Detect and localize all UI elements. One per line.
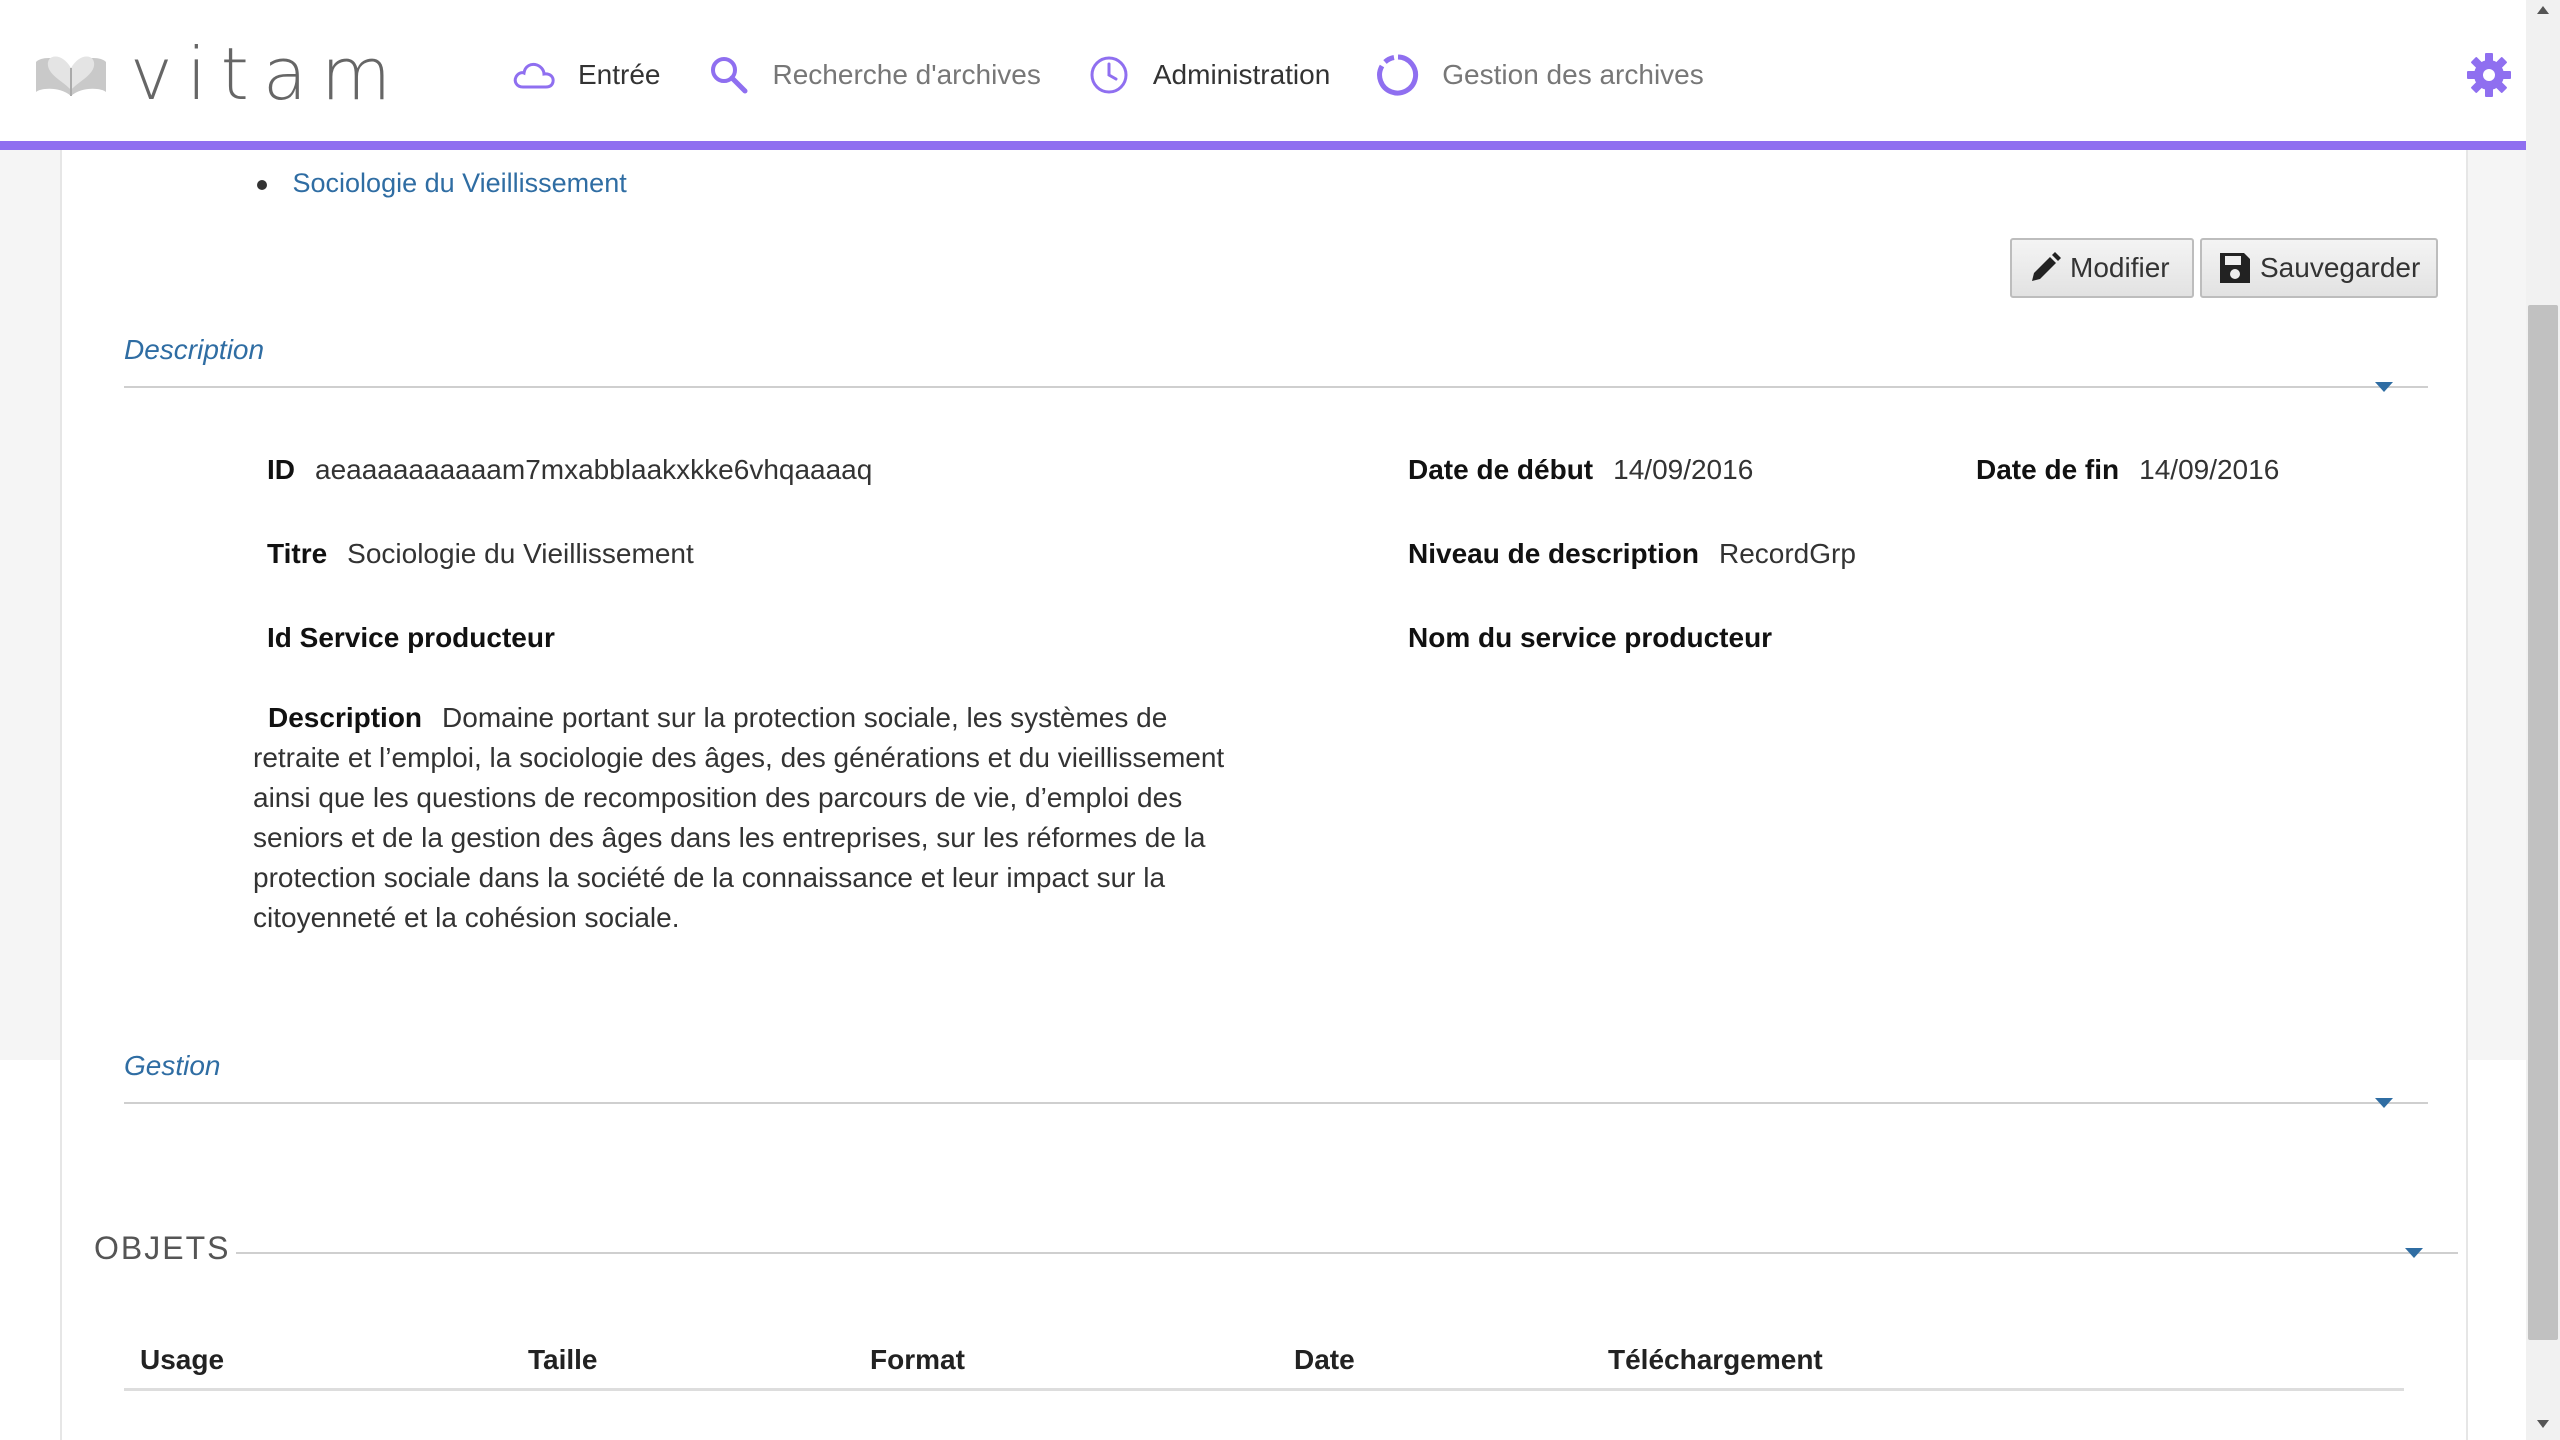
field-start-date-label: Date de début [1408,454,1594,485]
save-button[interactable]: Sauvegarder [2200,238,2438,298]
nav-recherche-label: Recherche d'archives [772,59,1041,90]
top-navigation-bar: vitam Entrée Recherche d'archives Admini… [0,0,2526,150]
field-id-value: aeaaaaaaaaaam7mxabblaakxkke6vhqaaaaq [315,454,873,485]
field-title: Titre Sociologie du Vieillissement [267,538,694,570]
column-header-format[interactable]: Format [870,1344,965,1376]
field-level-value: RecordGrp [1718,538,1856,569]
column-header-download[interactable]: Téléchargement [1608,1344,1823,1376]
description-section-title[interactable]: Description [124,334,264,366]
field-end-date-value: 14/09/2016 [2139,454,2280,485]
clock-icon [1090,56,1128,94]
modify-button[interactable]: Modifier [2010,238,2194,298]
objects-table-header: Usage Taille Format Date Téléchargement [124,1344,2404,1391]
field-start-date-value: 14/09/2016 [1613,454,1754,485]
field-start-date: Date de début 14/09/2016 [1408,454,1753,486]
field-title-value: Sociologie du Vieillissement [347,538,694,569]
bullet-icon [257,179,267,190]
field-description-value: Domaine portant sur la protection social… [253,702,1225,933]
field-producer-id: Id Service producteur [267,622,575,654]
logo-text: vitam [130,32,406,116]
main-nav: Entrée Recherche d'archives Administrati… [510,45,1748,105]
record-detail-panel: Sociologie du Vieillissement Modifier Sa… [60,150,2468,1440]
field-description-label: Description [268,702,423,733]
objects-collapse-caret-icon[interactable] [2405,1248,2423,1258]
nav-administration[interactable]: Administration [1085,51,1330,99]
management-collapse-caret-icon[interactable] [2375,1098,2393,1108]
field-producer-name: Nom du service producteur [1408,622,1792,654]
nav-entree-label: Entrée [578,59,661,90]
description-collapse-caret-icon[interactable] [2375,382,2393,392]
field-id: ID aeaaaaaaaaaam7mxabblaakxkke6vhqaaaaq [267,454,872,486]
nav-gestion[interactable]: Gestion des archives [1374,51,1704,99]
column-header-date[interactable]: Date [1294,1344,1355,1376]
field-title-label: Titre [267,538,328,569]
pencil-icon [2032,252,2061,281]
field-level-label: Niveau de description [1408,538,1699,569]
field-level: Niveau de description RecordGrp [1408,538,1856,570]
field-end-date-label: Date de fin [1976,454,2120,485]
field-id-label: ID [267,454,295,485]
search-icon [710,57,747,94]
circle-progress-icon [1377,54,1419,96]
gear-icon[interactable] [2466,52,2512,98]
modify-label: Modifier [2070,252,2170,283]
nav-recherche[interactable]: Recherche d'archives [705,51,1041,99]
field-description: Description Domaine portant sur la protec… [253,698,1243,938]
field-producer-name-label: Nom du service producteur [1408,622,1773,653]
objects-section-title[interactable]: OBJETS [94,1230,230,1267]
objects-section-divider [236,1252,2458,1254]
breadcrumb: Sociologie du Vieillissement [257,168,627,199]
cloud-icon [513,62,555,89]
nav-administration-label: Administration [1152,59,1331,90]
column-header-usage[interactable]: Usage [140,1344,224,1376]
column-header-size[interactable]: Taille [528,1344,598,1376]
save-label: Sauvegarder [2260,252,2421,283]
scrollbar-thumb[interactable] [2528,305,2558,1340]
scroll-down-arrow-icon[interactable] [2537,1420,2549,1428]
field-producer-id-label: Id Service producteur [267,622,555,653]
description-section-divider [124,386,2428,388]
book-heart-icon [36,56,106,96]
nav-gestion-label: Gestion des archives [1442,59,1704,90]
management-section-divider [124,1102,2428,1104]
field-end-date: Date de fin 14/09/2016 [1976,454,2279,486]
vertical-scrollbar[interactable] [2526,0,2560,1440]
breadcrumb-link[interactable]: Sociologie du Vieillissement [293,168,627,198]
floppy-disk-icon [2220,253,2250,283]
nav-entree[interactable]: Entrée [510,51,661,99]
scroll-up-arrow-icon[interactable] [2537,6,2549,14]
vitam-logo[interactable]: vitam [34,34,405,114]
management-section-title[interactable]: Gestion [124,1050,221,1082]
